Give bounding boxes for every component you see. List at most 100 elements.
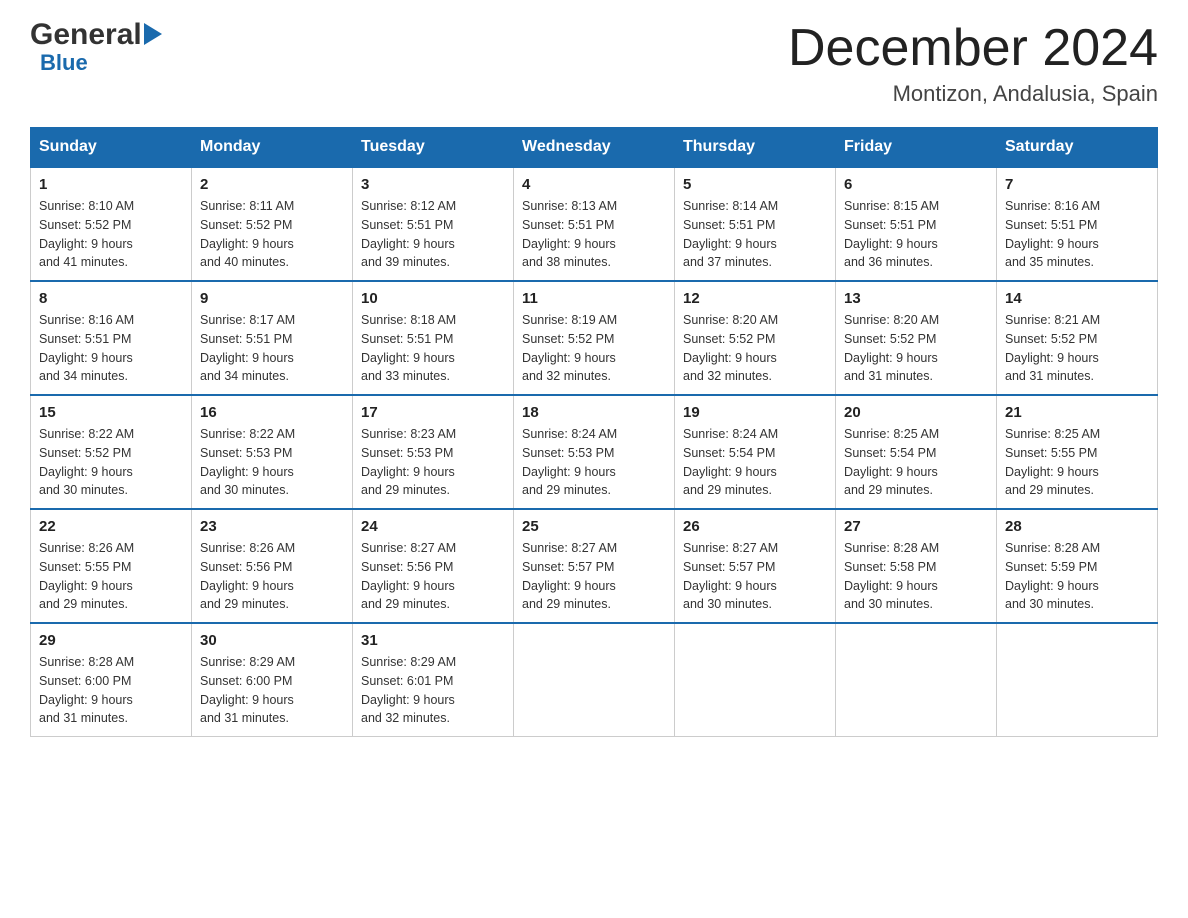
day-number: 3 (361, 176, 505, 193)
day-number: 4 (522, 176, 666, 193)
calendar-cell: 7 Sunrise: 8:16 AM Sunset: 5:51 PM Dayli… (997, 167, 1158, 281)
calendar-cell: 3 Sunrise: 8:12 AM Sunset: 5:51 PM Dayli… (353, 167, 514, 281)
day-info: Sunrise: 8:22 AM Sunset: 5:52 PM Dayligh… (39, 425, 183, 500)
day-number: 13 (844, 290, 988, 307)
day-info: Sunrise: 8:13 AM Sunset: 5:51 PM Dayligh… (522, 197, 666, 272)
location-title: Montizon, Andalusia, Spain (788, 81, 1158, 107)
day-info: Sunrise: 8:25 AM Sunset: 5:54 PM Dayligh… (844, 425, 988, 500)
day-info: Sunrise: 8:12 AM Sunset: 5:51 PM Dayligh… (361, 197, 505, 272)
day-number: 20 (844, 404, 988, 421)
day-info: Sunrise: 8:27 AM Sunset: 5:57 PM Dayligh… (522, 539, 666, 614)
calendar-cell: 1 Sunrise: 8:10 AM Sunset: 5:52 PM Dayli… (31, 167, 192, 281)
day-number: 22 (39, 518, 183, 535)
header-saturday: Saturday (997, 128, 1158, 168)
day-number: 10 (361, 290, 505, 307)
calendar-cell (836, 623, 997, 737)
day-number: 9 (200, 290, 344, 307)
month-title: December 2024 (788, 20, 1158, 77)
day-info: Sunrise: 8:25 AM Sunset: 5:55 PM Dayligh… (1005, 425, 1149, 500)
day-info: Sunrise: 8:29 AM Sunset: 6:00 PM Dayligh… (200, 653, 344, 728)
day-number: 6 (844, 176, 988, 193)
day-number: 11 (522, 290, 666, 307)
calendar-cell: 22 Sunrise: 8:26 AM Sunset: 5:55 PM Dayl… (31, 509, 192, 623)
day-info: Sunrise: 8:14 AM Sunset: 5:51 PM Dayligh… (683, 197, 827, 272)
day-number: 26 (683, 518, 827, 535)
day-info: Sunrise: 8:28 AM Sunset: 5:59 PM Dayligh… (1005, 539, 1149, 614)
day-number: 30 (200, 632, 344, 649)
day-info: Sunrise: 8:15 AM Sunset: 5:51 PM Dayligh… (844, 197, 988, 272)
day-number: 7 (1005, 176, 1149, 193)
page-header: General Blue December 2024 Montizon, And… (30, 20, 1158, 107)
day-info: Sunrise: 8:28 AM Sunset: 5:58 PM Dayligh… (844, 539, 988, 614)
day-info: Sunrise: 8:29 AM Sunset: 6:01 PM Dayligh… (361, 653, 505, 728)
calendar-cell: 9 Sunrise: 8:17 AM Sunset: 5:51 PM Dayli… (192, 281, 353, 395)
calendar-cell: 17 Sunrise: 8:23 AM Sunset: 5:53 PM Dayl… (353, 395, 514, 509)
day-info: Sunrise: 8:26 AM Sunset: 5:55 PM Dayligh… (39, 539, 183, 614)
day-number: 24 (361, 518, 505, 535)
day-number: 1 (39, 176, 183, 193)
calendar-cell: 8 Sunrise: 8:16 AM Sunset: 5:51 PM Dayli… (31, 281, 192, 395)
header-friday: Friday (836, 128, 997, 168)
header-wednesday: Wednesday (514, 128, 675, 168)
calendar-cell: 29 Sunrise: 8:28 AM Sunset: 6:00 PM Dayl… (31, 623, 192, 737)
calendar-cell: 20 Sunrise: 8:25 AM Sunset: 5:54 PM Dayl… (836, 395, 997, 509)
day-info: Sunrise: 8:27 AM Sunset: 5:57 PM Dayligh… (683, 539, 827, 614)
day-info: Sunrise: 8:16 AM Sunset: 5:51 PM Dayligh… (1005, 197, 1149, 272)
day-info: Sunrise: 8:17 AM Sunset: 5:51 PM Dayligh… (200, 311, 344, 386)
day-number: 12 (683, 290, 827, 307)
calendar-week-row: 15 Sunrise: 8:22 AM Sunset: 5:52 PM Dayl… (31, 395, 1158, 509)
calendar-cell: 26 Sunrise: 8:27 AM Sunset: 5:57 PM Dayl… (675, 509, 836, 623)
calendar-cell: 11 Sunrise: 8:19 AM Sunset: 5:52 PM Dayl… (514, 281, 675, 395)
day-number: 18 (522, 404, 666, 421)
calendar-cell: 28 Sunrise: 8:28 AM Sunset: 5:59 PM Dayl… (997, 509, 1158, 623)
day-info: Sunrise: 8:26 AM Sunset: 5:56 PM Dayligh… (200, 539, 344, 614)
calendar-cell: 25 Sunrise: 8:27 AM Sunset: 5:57 PM Dayl… (514, 509, 675, 623)
day-number: 5 (683, 176, 827, 193)
calendar-cell: 16 Sunrise: 8:22 AM Sunset: 5:53 PM Dayl… (192, 395, 353, 509)
header-thursday: Thursday (675, 128, 836, 168)
day-number: 28 (1005, 518, 1149, 535)
calendar-cell: 27 Sunrise: 8:28 AM Sunset: 5:58 PM Dayl… (836, 509, 997, 623)
day-info: Sunrise: 8:22 AM Sunset: 5:53 PM Dayligh… (200, 425, 344, 500)
calendar-cell: 15 Sunrise: 8:22 AM Sunset: 5:52 PM Dayl… (31, 395, 192, 509)
day-number: 25 (522, 518, 666, 535)
calendar-cell: 6 Sunrise: 8:15 AM Sunset: 5:51 PM Dayli… (836, 167, 997, 281)
day-info: Sunrise: 8:24 AM Sunset: 5:54 PM Dayligh… (683, 425, 827, 500)
calendar-cell: 12 Sunrise: 8:20 AM Sunset: 5:52 PM Dayl… (675, 281, 836, 395)
day-info: Sunrise: 8:11 AM Sunset: 5:52 PM Dayligh… (200, 197, 344, 272)
calendar-cell: 19 Sunrise: 8:24 AM Sunset: 5:54 PM Dayl… (675, 395, 836, 509)
day-info: Sunrise: 8:20 AM Sunset: 5:52 PM Dayligh… (683, 311, 827, 386)
day-info: Sunrise: 8:21 AM Sunset: 5:52 PM Dayligh… (1005, 311, 1149, 386)
header-tuesday: Tuesday (353, 128, 514, 168)
day-info: Sunrise: 8:28 AM Sunset: 6:00 PM Dayligh… (39, 653, 183, 728)
day-number: 27 (844, 518, 988, 535)
calendar-cell: 13 Sunrise: 8:20 AM Sunset: 5:52 PM Dayl… (836, 281, 997, 395)
calendar-cell (675, 623, 836, 737)
logo-blue-text: Blue (40, 50, 88, 76)
calendar-cell: 21 Sunrise: 8:25 AM Sunset: 5:55 PM Dayl… (997, 395, 1158, 509)
day-number: 29 (39, 632, 183, 649)
calendar-cell: 24 Sunrise: 8:27 AM Sunset: 5:56 PM Dayl… (353, 509, 514, 623)
calendar-cell: 30 Sunrise: 8:29 AM Sunset: 6:00 PM Dayl… (192, 623, 353, 737)
day-number: 21 (1005, 404, 1149, 421)
logo: General Blue (30, 20, 162, 76)
title-area: December 2024 Montizon, Andalusia, Spain (788, 20, 1158, 107)
day-number: 16 (200, 404, 344, 421)
day-info: Sunrise: 8:10 AM Sunset: 5:52 PM Dayligh… (39, 197, 183, 272)
calendar-week-row: 29 Sunrise: 8:28 AM Sunset: 6:00 PM Dayl… (31, 623, 1158, 737)
calendar-cell: 23 Sunrise: 8:26 AM Sunset: 5:56 PM Dayl… (192, 509, 353, 623)
calendar-week-row: 22 Sunrise: 8:26 AM Sunset: 5:55 PM Dayl… (31, 509, 1158, 623)
day-info: Sunrise: 8:18 AM Sunset: 5:51 PM Dayligh… (361, 311, 505, 386)
day-info: Sunrise: 8:23 AM Sunset: 5:53 PM Dayligh… (361, 425, 505, 500)
calendar-cell: 10 Sunrise: 8:18 AM Sunset: 5:51 PM Dayl… (353, 281, 514, 395)
day-number: 19 (683, 404, 827, 421)
day-number: 8 (39, 290, 183, 307)
calendar-cell (514, 623, 675, 737)
day-info: Sunrise: 8:24 AM Sunset: 5:53 PM Dayligh… (522, 425, 666, 500)
day-info: Sunrise: 8:16 AM Sunset: 5:51 PM Dayligh… (39, 311, 183, 386)
calendar-cell: 31 Sunrise: 8:29 AM Sunset: 6:01 PM Dayl… (353, 623, 514, 737)
day-info: Sunrise: 8:27 AM Sunset: 5:56 PM Dayligh… (361, 539, 505, 614)
day-number: 17 (361, 404, 505, 421)
calendar-cell (997, 623, 1158, 737)
calendar-cell: 2 Sunrise: 8:11 AM Sunset: 5:52 PM Dayli… (192, 167, 353, 281)
